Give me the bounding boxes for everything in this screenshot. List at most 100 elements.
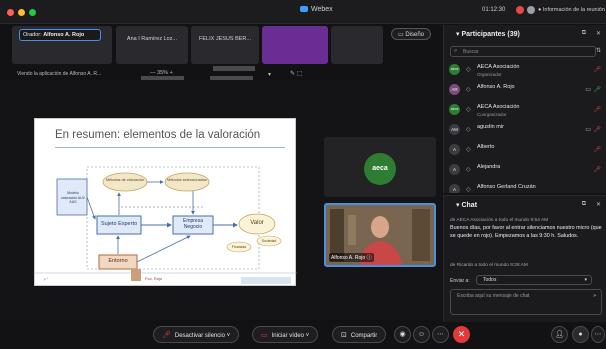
app-title: Webex (300, 6, 333, 13)
thumbnail-tile[interactable] (331, 26, 383, 64)
avatar: AR (449, 84, 460, 95)
popout-icon[interactable]: ⧉ (582, 201, 586, 208)
mic-icon: ◇ (466, 147, 471, 153)
chat-title[interactable]: ▾ Chat (456, 201, 477, 209)
svg-text:✓ⁱ: ✓ⁱ (43, 276, 48, 283)
minimize-window-button[interactable] (18, 9, 25, 16)
speaker-video-tile[interactable]: Alfonso A. Rojo ⓘ (324, 203, 436, 267)
thumbnail-tile[interactable]: Ana I Ramírez Loz... (116, 26, 188, 64)
webex-logo-icon (300, 6, 308, 12)
close-window-button[interactable] (7, 9, 14, 16)
unmute-button[interactable]: 🎤︎ Desactivar silencio ˅ (153, 326, 240, 343)
status-icon[interactable] (527, 6, 535, 14)
annotate-icon[interactable]: ✎ ⬚ (290, 70, 302, 77)
participants-button[interactable]: 👤︎ (551, 326, 568, 343)
diagram-node-value: Valor (250, 220, 264, 226)
mic-icon: ◇ (466, 67, 471, 73)
active-speaker-label: Orador: Alfonso A. Rojo (19, 29, 101, 41)
mic-muted-icon: 🎤︎ (162, 332, 171, 339)
participant-row[interactable]: A ◇ Alberto 🎤︎ (444, 141, 606, 159)
video-icon: ▭ (585, 127, 591, 133)
diagram-node-model: Modelo valoración AUV AUS (61, 191, 85, 204)
muted-icon: 🎤︎ (593, 107, 601, 113)
avatar: A (449, 184, 460, 193)
muted-icon: 🎤︎ (593, 167, 601, 173)
chat-button[interactable]: ● (572, 326, 589, 343)
slide-author: Fco. Rojo (145, 276, 163, 281)
participant-row[interactable]: A ◇ Alfonso Gerland Cruzán (444, 181, 606, 193)
diagram-node-methods: Métodos de valoración (105, 178, 145, 182)
chevron-down-icon: ▾ (584, 277, 587, 283)
participant-video-tile[interactable]: aeca (324, 137, 436, 197)
layout-button[interactable]: ▭ Diseño (391, 28, 432, 40)
record-button[interactable]: ◉ (394, 326, 411, 343)
participants-search-input[interactable]: ⌕ Buscar (450, 46, 596, 57)
people-icon: 👤︎ (555, 331, 564, 338)
chat-message-text: Buenos días, por favor al entrar silenci… (450, 225, 602, 239)
mic-icon: ◇ (466, 167, 471, 173)
chat-panel: ▾ Chat ⧉ ✕ de AECA Asociación a todo el … (443, 195, 606, 322)
send-icon[interactable]: ➤ (593, 293, 597, 299)
more-icon: ⋯ (594, 331, 602, 338)
viewing-application-text: Viendo la aplicación de Alfonso A. R... (17, 71, 102, 77)
reactions-button[interactable]: ☺ (413, 326, 430, 343)
video-off-icon: ▭ (261, 332, 268, 339)
thumbnail-tile[interactable] (262, 26, 328, 64)
leave-meeting-button[interactable]: ✕ (453, 326, 470, 343)
aeca-logo: aeca (364, 153, 396, 185)
close-icon[interactable]: ✕ (596, 30, 601, 37)
chat-message-meta: de Ricardo a todo el mundo 9:28 AM (450, 263, 528, 268)
participants-title[interactable]: ▾ Participantes (39) (456, 30, 520, 38)
participant-row[interactable]: A ◇ Alejandra 🎤︎ (444, 161, 606, 179)
more-icon: ⋯ (437, 331, 444, 338)
avatar: aeca (449, 104, 460, 115)
avatar: A (449, 144, 460, 155)
record-icon: ◉ (399, 331, 406, 338)
video-icon: ▭ (585, 87, 591, 93)
avatar: A (449, 164, 460, 175)
share-button[interactable]: ⊡ Compartir (332, 326, 387, 343)
webex-window: Webex 01:12:30 ● Información de la reuni… (0, 0, 606, 349)
participant-row[interactable]: AR ◇ Alfonso A. Rojo ▭ 🎤︎ (444, 81, 606, 99)
shared-slide: En resumen: elementos de la valoración ✓… (34, 118, 297, 286)
share-icon: ⊡ (341, 332, 347, 339)
grey-block (213, 66, 255, 71)
close-icon[interactable]: ✕ (596, 201, 601, 208)
meeting-info-link[interactable]: ● Información de la reunión (538, 7, 605, 13)
thumbnail-tile[interactable]: FELIX JESUS BER... (191, 26, 259, 64)
muted-icon: 🎤︎ (593, 127, 601, 133)
send-to-label: Enviar a: (450, 278, 470, 284)
recording-icon[interactable] (516, 6, 524, 14)
diagram-node-finance: Finanzas (231, 245, 247, 249)
chat-message-meta: de AECA Asociación a todo el mundo 9:54 … (450, 218, 549, 223)
muted-icon: 🎤︎ (593, 147, 601, 153)
more-panels-button[interactable]: ⋯ (591, 326, 605, 343)
diagram-node-society: Sociedad (261, 239, 277, 243)
chat-message-input[interactable]: Escriba aquí su mensaje de chat ➤ (450, 289, 602, 315)
more-options-button[interactable]: ⋯ (432, 326, 449, 343)
participant-row[interactable]: aeca ◇ AECA Asociación Coorganizador 🎤︎ (444, 101, 606, 119)
search-icon: ⌕ (454, 48, 458, 54)
smiley-icon: ☺ (417, 331, 426, 338)
close-icon: ✕ (457, 329, 466, 339)
popout-icon[interactable]: ⧉ (582, 30, 586, 37)
start-video-button[interactable]: ▭ Iniciar vídeo ˅ (252, 326, 319, 343)
diagram-node-environment: Entorno (108, 258, 128, 264)
participant-row[interactable]: AM ◇ agustin mir ▭ 🎤︎ (444, 121, 606, 139)
title-bar: Webex 01:12:30 ● Información de la reuni… (0, 0, 606, 24)
dropdown-icon[interactable]: ▾ (268, 71, 271, 78)
avatar: AM (449, 124, 460, 135)
speaker-name-label: Alfonso A. Rojo ⓘ (329, 253, 374, 262)
muted-icon: 🎤︎ (593, 67, 601, 73)
diagram-node-subject: Sujeto Experto (100, 221, 138, 227)
maximize-window-button[interactable] (29, 9, 36, 16)
mic-on-icon: 🎤︎ (593, 87, 601, 93)
send-to-select[interactable]: Todos ▾ (476, 275, 592, 285)
participant-row[interactable]: aeca ◇ AECA Asociación Organizador 🎤︎ (444, 61, 606, 79)
mic-icon: ◇ (466, 87, 471, 93)
avatar: aeca (449, 64, 460, 75)
sort-icon[interactable]: ⇅ (596, 47, 601, 54)
mic-icon: ◇ (466, 127, 471, 133)
mic-icon: ◇ (466, 107, 471, 113)
diagram-node-selected-methods: Métodos seleccionados (167, 178, 207, 182)
